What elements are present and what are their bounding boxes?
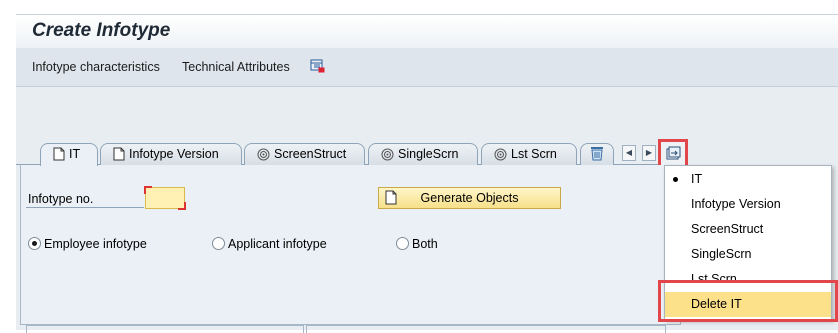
tab-it[interactable]: IT — [40, 143, 98, 166]
applicant-infotype-label[interactable]: Applicant infotype — [228, 237, 327, 251]
technical-attributes-button[interactable]: Technical Attributes — [182, 60, 290, 74]
document-icon — [53, 147, 65, 161]
generate-objects-button[interactable]: Generate Objects — [378, 187, 561, 209]
menu-item-label: SingleScrn — [691, 247, 752, 261]
spiral-icon — [494, 148, 507, 161]
spiral-icon — [257, 148, 270, 161]
menu-item-screenstruct[interactable]: ScreenStruct — [665, 217, 831, 242]
menu-item-delete-it[interactable]: Delete IT — [665, 292, 831, 317]
menu-item-it[interactable]: IT — [665, 167, 831, 192]
title-bar: Create Infotype — [16, 14, 838, 48]
menu-item-label: ScreenStruct — [691, 222, 764, 236]
infotype-no-label: Infotype no. — [28, 192, 94, 206]
generate-objects-label: Generate Objects — [420, 191, 519, 205]
menu-item-infotype-version[interactable]: Infotype Version — [665, 192, 831, 217]
layout-icon[interactable] — [309, 58, 325, 74]
menu-item-lst-scrn[interactable]: Lst Scrn — [665, 267, 831, 292]
scroll-tabs-right-button[interactable]: ▶ — [642, 145, 656, 161]
spiral-icon — [381, 148, 394, 161]
applicant-infotype-radio[interactable] — [212, 237, 225, 250]
document-icon — [385, 190, 397, 205]
both-label[interactable]: Both — [412, 237, 438, 251]
page-title: Create Infotype — [32, 20, 171, 41]
tab-label: IT — [69, 147, 81, 161]
tab-lst-scrn[interactable]: Lst Scrn — [481, 143, 577, 165]
scroll-tabs-left-button[interactable]: ◀ — [622, 145, 636, 161]
employee-infotype-radio[interactable] — [28, 237, 41, 250]
tab-label: ScreenStruct — [274, 147, 347, 161]
employee-infotype-label[interactable]: Employee infotype — [44, 237, 147, 251]
tab-delete[interactable] — [580, 143, 614, 165]
tab-list-menu: IT Infotype Version ScreenStruct SingleS… — [664, 165, 832, 320]
tab-label: Lst Scrn — [511, 147, 557, 161]
trash-icon — [591, 147, 603, 161]
menu-item-singlescrn[interactable]: SingleScrn — [665, 242, 831, 267]
infotype-no-input[interactable] — [144, 186, 186, 210]
tab-infotype-version[interactable]: Infotype Version — [100, 143, 242, 165]
tab-label: SingleScrn — [398, 147, 459, 161]
menu-item-label: Lst Scrn — [691, 272, 737, 286]
tab-screenstruct[interactable]: ScreenStruct — [244, 143, 365, 165]
menu-item-label: IT — [691, 172, 703, 186]
infotype-characteristics-button[interactable]: Infotype characteristics — [32, 60, 160, 74]
tab-list-icon — [666, 146, 681, 160]
document-icon — [113, 147, 125, 161]
lower-frame-right — [306, 325, 666, 333]
tab-singlescrn[interactable]: SingleScrn — [368, 143, 478, 165]
application-toolbar: Infotype characteristics Technical Attri… — [16, 48, 838, 87]
both-radio[interactable] — [396, 237, 409, 250]
current-bullet-icon — [673, 177, 678, 182]
lower-frame-left — [26, 325, 304, 333]
menu-item-label: Infotype Version — [691, 197, 781, 211]
tab-label: Infotype Version — [129, 147, 219, 161]
menu-item-label: Delete IT — [691, 297, 742, 311]
